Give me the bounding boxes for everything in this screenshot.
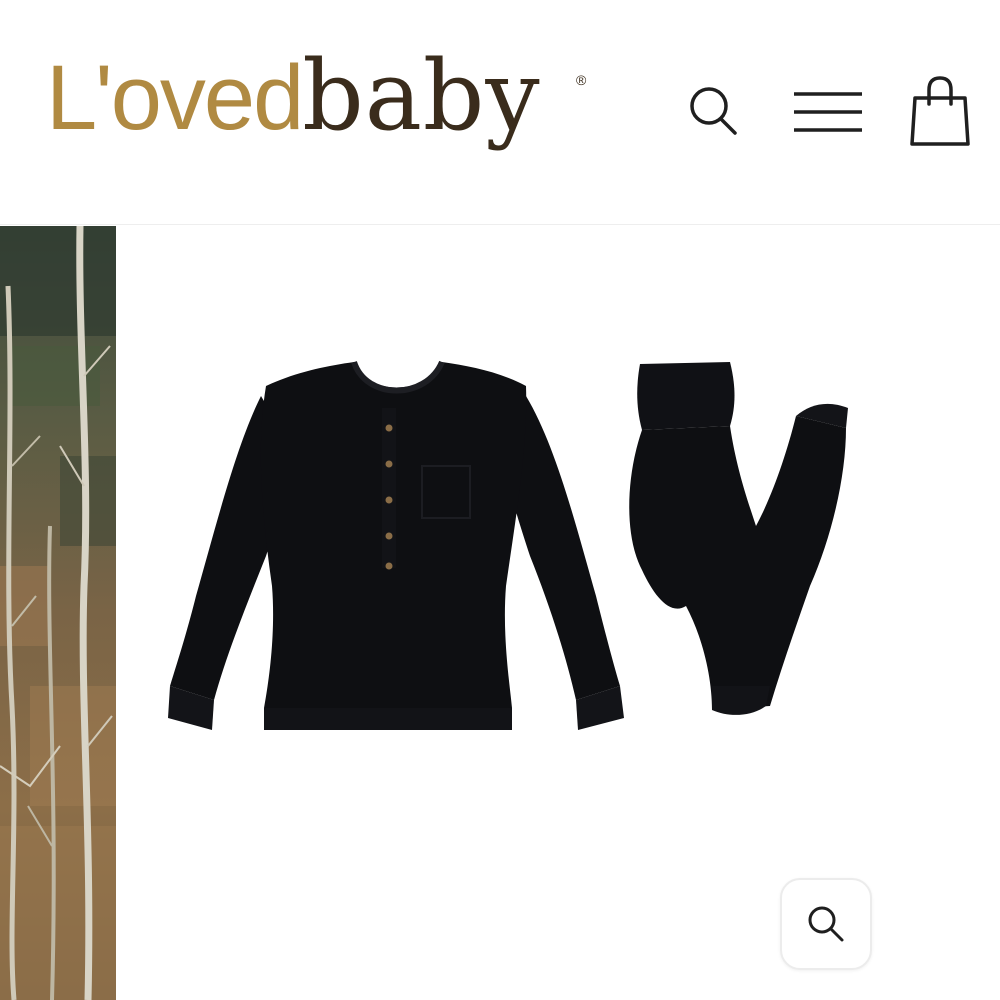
shopping-bag-icon <box>910 76 970 146</box>
hamburger-menu-icon <box>794 92 862 132</box>
search-button[interactable] <box>674 72 754 152</box>
forest-aspen-trees-photo[interactable] <box>0 226 116 1000</box>
zoom-button[interactable] <box>780 878 872 970</box>
cart-button[interactable] <box>900 72 980 152</box>
product-image-panel <box>116 226 1000 1000</box>
search-icon <box>690 87 737 135</box>
black-henley-pajama-set-photo[interactable] <box>156 356 876 756</box>
site-header: L'ovedbaby ® <box>0 0 1000 225</box>
product-gallery <box>0 226 1000 1000</box>
zoom-search-icon <box>808 906 844 942</box>
logo-loved-text: L'oved <box>46 47 304 149</box>
henley-top <box>168 360 624 730</box>
logo-wordmark: L'ovedbaby <box>46 48 541 144</box>
logo-baby-text: baby <box>302 40 541 152</box>
logo-registered-mark: ® <box>576 72 587 88</box>
menu-button[interactable] <box>788 72 868 152</box>
pajama-leggings <box>629 362 848 715</box>
